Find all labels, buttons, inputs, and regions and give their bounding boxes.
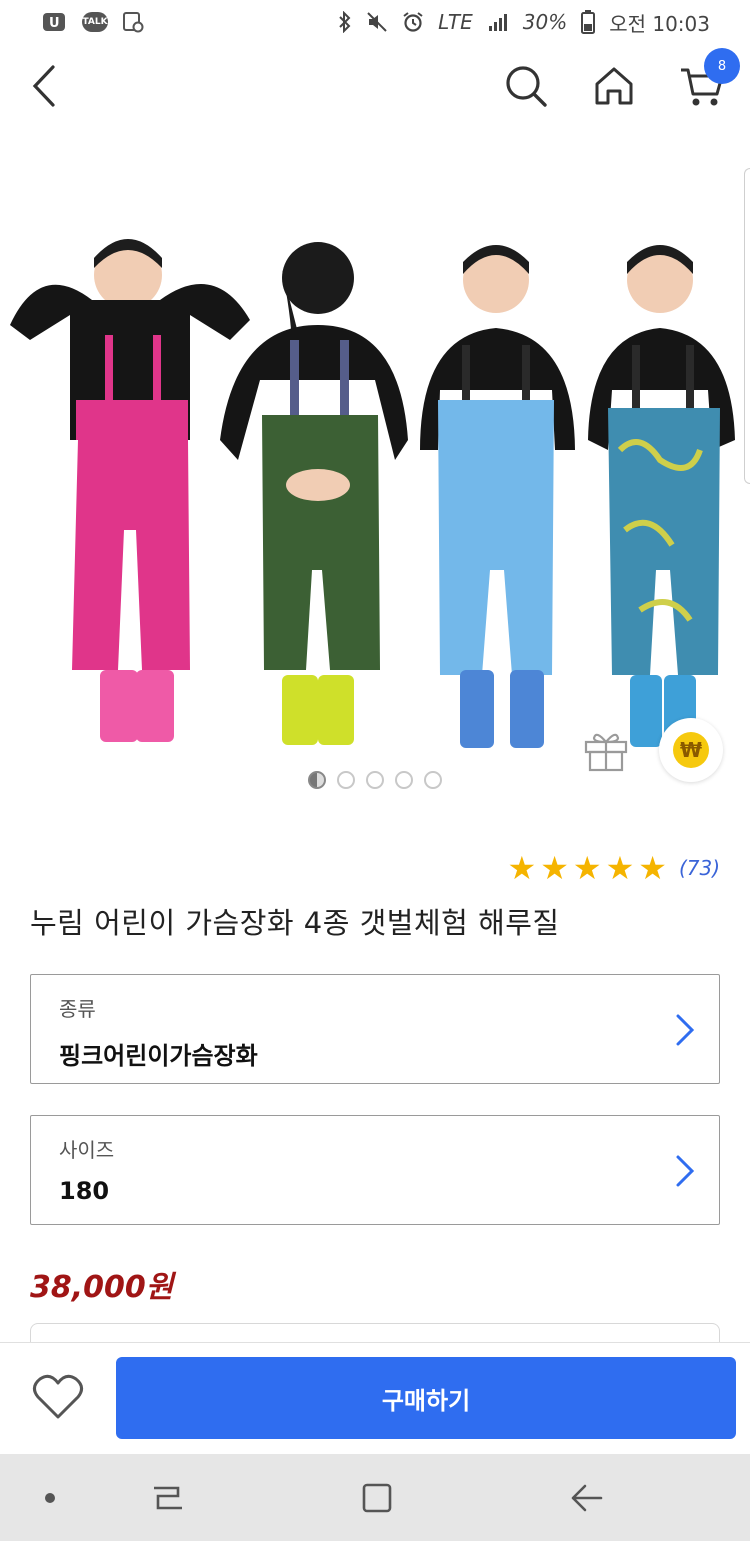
wishlist-button[interactable] (32, 1373, 84, 1421)
svg-text:U: U (49, 16, 60, 31)
option-label: 종류 (59, 997, 96, 1021)
option-selector-size[interactable]: 사이즈 180 (30, 1115, 720, 1225)
calendar-icon (122, 11, 144, 33)
battery-icon (581, 10, 596, 34)
product-image (10, 239, 735, 748)
star-icon: ★ (605, 849, 635, 887)
bottom-action-bar: 구매하기 (0, 1342, 750, 1454)
chevron-left-icon (32, 65, 55, 107)
option-value: 핑크어린이가슴장화 (59, 1042, 258, 1070)
option-value: 180 (59, 1177, 110, 1205)
system-nav-bar (0, 1454, 750, 1541)
talk-icon: TALK (82, 12, 108, 32)
home-icon (595, 67, 633, 105)
carrier-u-icon: U (42, 11, 68, 33)
gift-button[interactable] (582, 726, 630, 774)
status-bar: U TALK LTE 30% 오전 10:03 (0, 0, 750, 44)
product-price: 38,000원 (30, 1270, 174, 1305)
battery-percent: 30% (522, 10, 568, 34)
scroll-indicator[interactable] (744, 168, 750, 484)
recent-apps-icon (154, 1486, 182, 1510)
top-nav: 8 (0, 44, 750, 126)
chevron-right-icon (676, 1014, 695, 1046)
option-selector-type[interactable]: 종류 핑크어린이가슴장화 (30, 974, 720, 1084)
home-square-icon (362, 1483, 392, 1513)
home-nav-button[interactable] (353, 1474, 401, 1522)
product-image-gallery[interactable] (0, 150, 750, 770)
back-arrow-icon (571, 1484, 603, 1512)
gallery-dot[interactable] (366, 771, 384, 789)
gallery-dot[interactable] (395, 771, 413, 789)
clock: 오전 10:03 (609, 11, 710, 36)
star-icon: ★ (540, 849, 569, 887)
alarm-icon (402, 11, 424, 33)
chevron-right-icon (676, 1155, 695, 1187)
back-button[interactable] (14, 56, 74, 116)
mute-icon (366, 11, 388, 33)
back-nav-button[interactable] (563, 1474, 611, 1522)
home-button[interactable] (584, 56, 644, 116)
review-count[interactable]: (73) (679, 856, 720, 880)
search-icon (506, 66, 547, 107)
recent-apps-button[interactable] (144, 1474, 192, 1522)
product-title: 누림 어린이 가슴장화 4종 갯벌체험 해루질 (30, 906, 560, 940)
gallery-dot[interactable] (337, 771, 355, 789)
star-icon: ★ (572, 849, 602, 887)
cart-button[interactable]: 8 (672, 48, 740, 116)
gallery-pagination (0, 771, 750, 789)
signal-icon (487, 11, 509, 33)
nav-dot-button[interactable] (26, 1474, 74, 1522)
dot-icon (45, 1493, 55, 1503)
network-type: LTE (438, 10, 473, 34)
option-label: 사이즈 (59, 1138, 115, 1162)
cart-count-badge: 8 (704, 48, 740, 84)
won-coin-icon: ₩ (673, 732, 709, 768)
star-icon: ★ (638, 849, 667, 887)
star-icon: ★ (507, 849, 537, 887)
heart-icon (33, 1374, 83, 1419)
gallery-dot[interactable] (424, 771, 442, 789)
bluetooth-icon (338, 11, 352, 33)
gift-icon (584, 733, 628, 772)
rating-summary[interactable]: ★ ★ ★ ★ ★ (73) (508, 852, 721, 884)
search-button[interactable] (496, 56, 556, 116)
buy-button[interactable]: 구매하기 (116, 1357, 736, 1439)
gallery-dot[interactable] (308, 771, 326, 789)
